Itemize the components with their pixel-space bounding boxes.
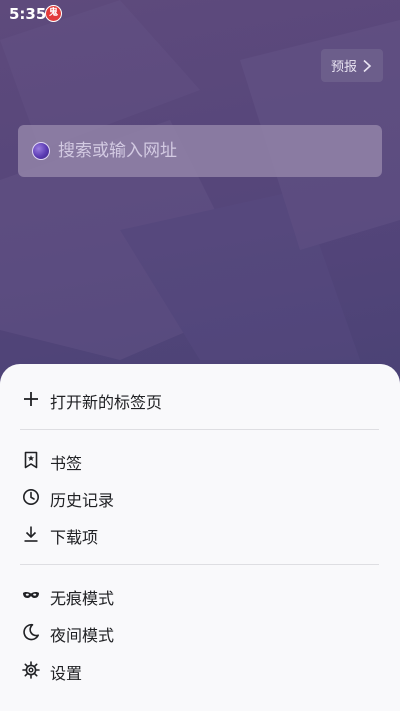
menu-divider — [20, 429, 379, 430]
menu-item-history[interactable]: 历史记录 — [0, 480, 400, 514]
chevron-right-icon — [363, 59, 372, 72]
search-bar[interactable] — [18, 125, 382, 177]
forecast-label: 预报 — [330, 60, 357, 75]
menu-divider — [20, 564, 379, 565]
forecast-button[interactable]: 预报 — [321, 49, 383, 82]
menu-item-new-tab[interactable]: 打开新的标签页 — [0, 382, 400, 416]
clock-icon — [23, 489, 39, 505]
notification-badge-icon: 鬼 — [45, 5, 62, 22]
menu-item-label: 无痕模式 — [50, 589, 115, 608]
menu-item-label: 历史记录 — [50, 491, 115, 510]
menu-item-label: 夜间模式 — [50, 626, 115, 645]
overflow-menu-sheet: 打开新的标签页 书签 历史记录 下载项 无痕模式 夜间模式 设置 — [0, 364, 400, 711]
menu-item-label: 设置 — [50, 664, 83, 683]
menu-item-night-mode[interactable]: 夜间模式 — [0, 615, 400, 649]
download-icon — [24, 526, 38, 542]
search-input[interactable] — [58, 139, 358, 163]
status-time: 5:35 — [9, 5, 47, 23]
menu-item-label: 书签 — [50, 454, 83, 473]
status-bar: 5:35 鬼 — [0, 0, 400, 28]
incognito-mask-icon — [23, 592, 39, 598]
plus-icon — [24, 392, 38, 406]
menu-item-settings[interactable]: 设置 — [0, 653, 400, 687]
menu-item-bookmarks[interactable]: 书签 — [0, 443, 400, 477]
gear-icon — [22, 661, 40, 679]
search-engine-logo-icon — [32, 142, 50, 160]
menu-item-downloads[interactable]: 下载项 — [0, 517, 400, 551]
bookmark-star-icon — [24, 451, 38, 469]
menu-item-label: 打开新的标签页 — [50, 393, 163, 412]
menu-item-label: 下载项 — [50, 528, 99, 547]
moon-icon — [23, 623, 39, 641]
menu-item-incognito[interactable]: 无痕模式 — [0, 578, 400, 612]
